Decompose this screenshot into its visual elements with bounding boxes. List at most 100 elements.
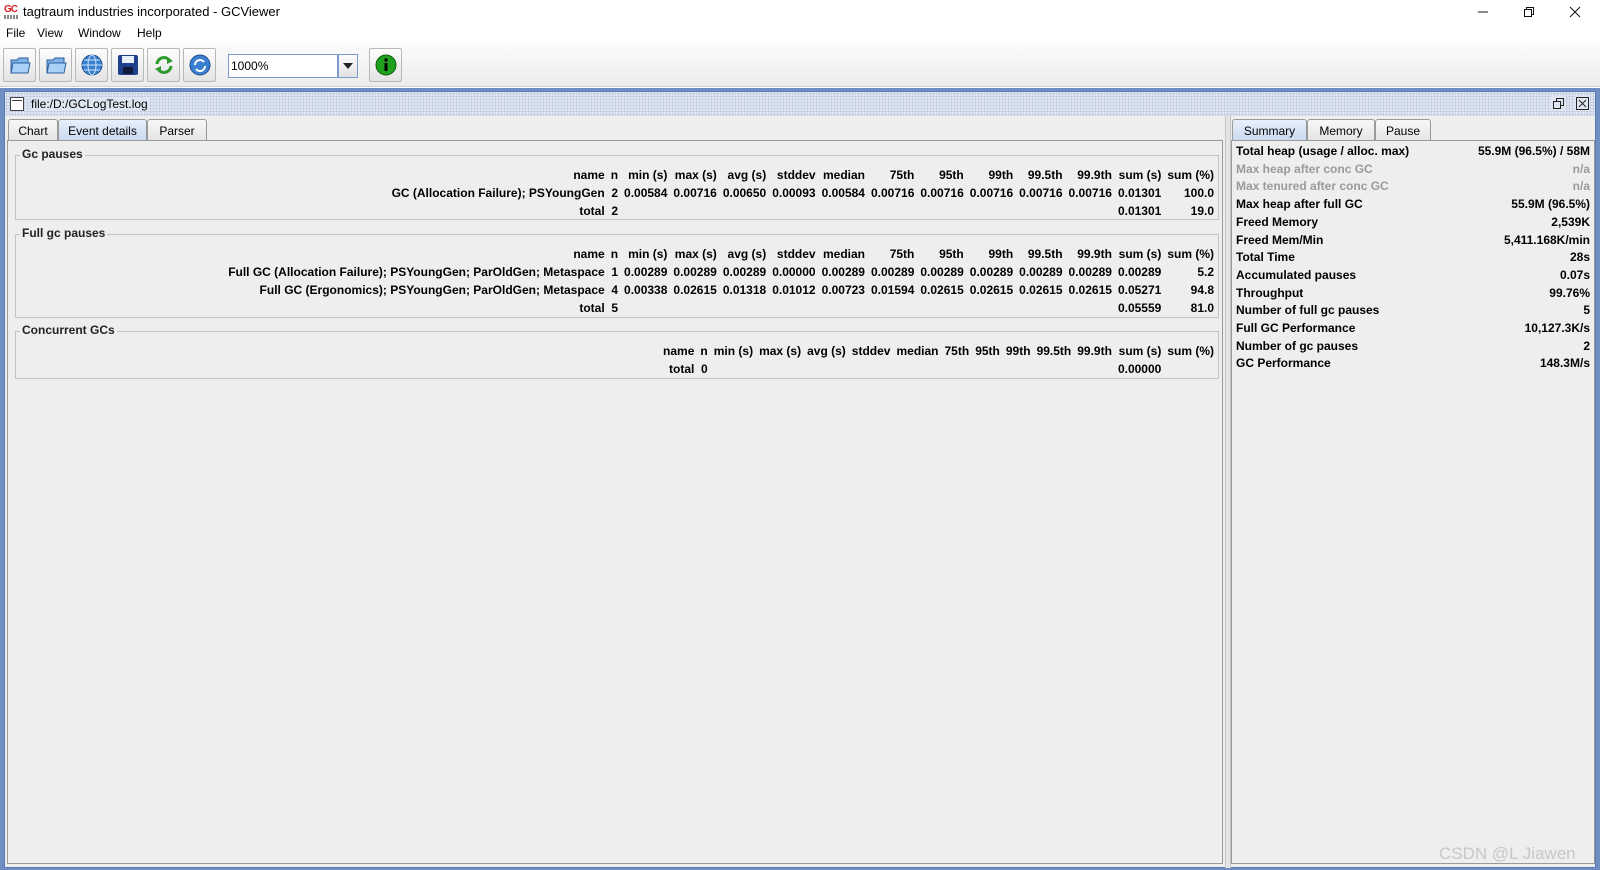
table-cell: 0.00000 <box>772 265 816 279</box>
table-cell <box>865 202 914 220</box>
table-cell <box>890 360 938 378</box>
watch-button[interactable] <box>183 48 216 82</box>
summary-value: 10,127.3K/s <box>1524 321 1590 335</box>
tab-pause[interactable]: Pause <box>1375 119 1431 141</box>
summary-row: Full GC Performance 10,127.3K/s <box>1236 319 1590 337</box>
table-row: total 5 0.05559 81.0 <box>222 299 1214 317</box>
table-cell: 5.2 <box>1197 265 1214 279</box>
column-header: sum (s) <box>1118 344 1162 358</box>
table-cell: 0.00289 <box>673 265 717 279</box>
minimize-button[interactable] <box>1461 0 1505 24</box>
summary-label: GC Performance <box>1236 356 1331 371</box>
table-cell <box>766 299 815 317</box>
column-header: n <box>610 247 619 261</box>
table-row: total 0 0.00000 <box>657 360 1214 378</box>
menu-file[interactable]: File <box>6 26 25 40</box>
globe-refresh-icon <box>189 54 210 76</box>
column-header: max (s) <box>674 247 717 261</box>
menu-view[interactable]: View <box>37 26 63 40</box>
restore-button[interactable] <box>1507 0 1551 24</box>
summary-row: Freed Mem/Min 5,411.168K/min <box>1236 231 1590 249</box>
frame-close-button[interactable] <box>1575 96 1590 111</box>
table-cell <box>1031 360 1072 378</box>
gcviewer-app-icon: GC <box>4 4 18 20</box>
menu-bar: File View Window Help <box>0 24 1600 44</box>
column-header: n <box>700 344 708 358</box>
column-header: stddev <box>776 247 816 261</box>
column-header: 99th <box>1005 344 1031 358</box>
document-title-bar[interactable]: file:/D:/GCLogTest.log <box>5 92 1595 116</box>
summary-label: Freed Memory <box>1236 214 1319 229</box>
column-header: 99.9th <box>1077 247 1112 261</box>
table-cell: 1 <box>611 265 619 279</box>
summary-row: Freed Memory 2,539K <box>1236 213 1590 231</box>
tab-memory[interactable]: Memory <box>1307 119 1375 141</box>
table-cell <box>1013 299 1062 317</box>
table-cell: 0.01301 <box>1117 204 1162 218</box>
column-header: min (s) <box>628 168 668 182</box>
table-cell: 0.00584 <box>821 186 865 200</box>
zoom-combo[interactable]: 1000% <box>228 54 338 78</box>
table-cell <box>618 202 667 220</box>
table-cell: 0.05271 <box>1117 283 1162 297</box>
row-name-cell: Full GC (Allocation Failure); PSYoungGen… <box>228 265 605 279</box>
table-header-row: name n min (s) max (s) avg (s) stddev median 75… <box>657 342 1214 360</box>
concurrent-gcs-title: Concurrent GCs <box>20 323 117 337</box>
menu-help[interactable]: Help <box>137 26 162 40</box>
table-cell <box>717 299 766 317</box>
column-header: name <box>573 168 605 182</box>
table-cell: 0.00093 <box>772 186 816 200</box>
open-url-button[interactable] <box>75 48 108 82</box>
close-button[interactable] <box>1553 0 1597 24</box>
table-cell: 2 <box>611 186 619 200</box>
table-cell <box>964 202 1013 220</box>
column-header: 75th <box>889 168 915 182</box>
table-header-row: name n min (s) max (s) avg (s) stddev median 75… <box>386 166 1214 184</box>
column-header: median <box>822 168 865 182</box>
menu-window[interactable]: Window <box>78 26 121 40</box>
restore-icon <box>1524 7 1534 17</box>
save-button[interactable] <box>111 48 144 82</box>
table-cell: 0.00650 <box>722 186 767 200</box>
table-cell: 94.8 <box>1190 283 1214 297</box>
row-name-cell: total <box>669 362 695 376</box>
tab-parser[interactable]: Parser <box>147 119 207 141</box>
table-cell <box>1063 202 1112 220</box>
table-row: Full GC (Allocation Failure); PSYoungGen… <box>222 263 1214 281</box>
table-cell: 81.0 <box>1190 301 1214 315</box>
summary-value: 148.3M/s <box>1539 356 1590 371</box>
summary-label: Number of gc pauses <box>1236 338 1359 353</box>
table-cell: 0.00289 <box>722 265 767 279</box>
table-row: total 2 0.01301 19.0 <box>386 202 1214 220</box>
tab-event-details[interactable]: Event details <box>58 119 147 141</box>
table-cell <box>801 360 846 378</box>
zoom-dropdown-button[interactable] <box>338 54 358 78</box>
table-cell: 0.00716 <box>1068 186 1112 200</box>
table-cell: 4 <box>611 283 619 297</box>
column-header: sum (%) <box>1167 168 1214 182</box>
table-header-row: name n min (s) max (s) avg (s) stddev median 75… <box>222 245 1214 263</box>
refresh-button[interactable] <box>147 48 180 82</box>
tab-summary[interactable]: Summary <box>1232 119 1307 141</box>
table-cell: 0.01594 <box>870 283 915 297</box>
tab-chart[interactable]: Chart <box>8 119 58 141</box>
desktop-pane: file:/D:/GCLogTest.log Chart Event detai… <box>0 88 1600 870</box>
column-header: min (s) <box>713 344 754 358</box>
title-bar: GC tagtraum industries incorporated - GC… <box>0 0 1600 24</box>
column-header: min (s) <box>628 247 668 261</box>
watermark-text: CSDN @L Jiawen <box>1439 844 1576 863</box>
open-file-button[interactable] <box>3 48 36 82</box>
concurrent-gcs-group: Concurrent GCs name n min (s) max (s) avg (s… <box>15 323 1219 379</box>
open-recent-button[interactable] <box>39 48 72 82</box>
column-header: stddev <box>851 344 891 358</box>
column-header: name <box>573 247 605 261</box>
table-cell: 0.02615 <box>1068 283 1112 297</box>
about-button[interactable] <box>369 48 402 82</box>
summary-value: 0.07s <box>1559 267 1590 282</box>
table-cell: 0.00289 <box>920 265 964 279</box>
table-cell: 0.00584 <box>624 186 668 200</box>
column-header: avg (s) <box>807 344 846 358</box>
frame-restore-button[interactable] <box>1551 96 1566 111</box>
summary-value: 28s <box>1569 250 1590 265</box>
document-frame: file:/D:/GCLogTest.log Chart Event detai… <box>4 91 1596 868</box>
